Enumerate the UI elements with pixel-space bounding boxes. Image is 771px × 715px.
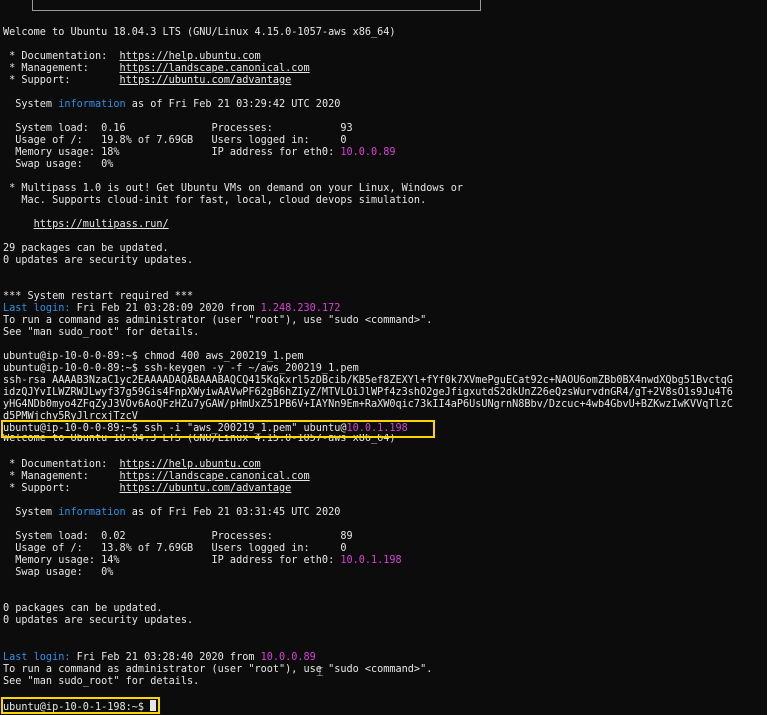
window-edge — [767, 0, 771, 715]
usage-line: Usage of /: 19.8% of 7.69GB Users logged… — [3, 135, 347, 146]
sysinfo-post: as of Fri Feb 21 03:29:42 UTC 2020 — [125, 99, 341, 110]
public-key-line-4: d5PMWjchy5RyJlrcxjTzcV — [3, 411, 138, 422]
last-login-text: Fri Feb 21 03:28:09 2020 from — [70, 303, 261, 314]
sysinfo-keyword: information — [58, 99, 126, 110]
sysinfo-pre-2: System — [3, 507, 59, 518]
sysinfo-keyword-2: information — [58, 507, 126, 518]
usage-line-2: Usage of /: 13.8% of 7.69GB Users logged… — [3, 543, 347, 554]
admin-line-4: See "man sudo_root" for details. — [3, 676, 200, 687]
keygen-command: ubuntu@ip-10-0-0-89:~$ ssh-keygen -y -f … — [3, 363, 359, 374]
support-label: * Support: — [3, 75, 120, 86]
doc-label-2: * Documentation: — [3, 459, 120, 470]
shell-prompt: ubuntu@ip-10-0-1-198:~$ — [3, 702, 151, 713]
sysinfo-line: System information as of Fri Feb 21 03:2… — [3, 99, 340, 111]
public-key-line-3: yHG4NDb0myo4ZFqZyJ3VOv6AoQFzHZu7yGAW/pHm… — [3, 399, 733, 410]
multipass-link-line: https://multipass.run/ — [3, 219, 169, 231]
sysinfo-post-2: as of Fri Feb 21 03:31:45 UTC 2020 — [125, 507, 341, 518]
swap-line-2: Swap usage: 0% — [3, 567, 114, 578]
memory-line-2: Memory usage: 14% IP address for eth0: 1… — [3, 555, 402, 567]
ibeam-pointer-icon: ⌶ — [316, 665, 324, 680]
packages-line: 29 packages can be updated. — [3, 243, 169, 254]
mgmt-label-2: * Management: — [3, 471, 120, 482]
last-login-text-2: Fri Feb 21 03:28:40 2020 from — [70, 652, 261, 663]
support-link-2[interactable]: https://ubuntu.com/advantage — [120, 483, 292, 494]
doc-link-2[interactable]: https://help.ubuntu.com — [120, 459, 261, 470]
ip-address-2: 10.0.1.198 — [340, 555, 402, 566]
multipass-link[interactable]: https://multipass.run/ — [34, 219, 169, 230]
ip-address: 10.0.0.89 — [340, 147, 396, 158]
last-login-ip-2: 10.0.0.89 — [260, 652, 316, 663]
memory-text: Memory usage: 18% IP address for eth0: — [3, 147, 341, 158]
prompt-line[interactable]: ubuntu@ip-10-0-1-198:~$ — [3, 700, 157, 713]
last-login-line-2: Last login: Fri Feb 21 03:28:40 2020 fro… — [3, 652, 316, 664]
last-login-ip: 1.248.230.172 — [260, 303, 341, 314]
last-login-label-2: Last login: — [3, 652, 71, 663]
restart-line: *** System restart required *** — [3, 291, 194, 302]
multipass-line-1: * Multipass 1.0 is out! Get Ubuntu VMs o… — [3, 183, 464, 194]
security-line: 0 updates are security updates. — [3, 255, 194, 266]
memory-line: Memory usage: 18% IP address for eth0: 1… — [3, 147, 396, 159]
support-line-2: * Support: https://ubuntu.com/advantage — [3, 483, 291, 495]
welcome-line: Welcome to Ubuntu 18.04.3 LTS (GNU/Linux… — [3, 27, 396, 38]
public-key-line-2: idzQJYvILWZRWJLwyf37g59Gis4FnpXWyiwAAVwP… — [3, 387, 733, 398]
text-cursor — [150, 700, 157, 711]
terminal-window[interactable]: Welcome to Ubuntu 18.04.3 LTS (GNU/Linux… — [0, 0, 767, 715]
last-login-line: Last login: Fri Feb 21 03:28:09 2020 fro… — [3, 303, 340, 315]
ssh-command-text: ubuntu@ip-10-0-0-89:~$ ssh -i "aws_20021… — [3, 423, 347, 434]
security-line-2: 0 updates are security updates. — [3, 615, 194, 626]
last-login-label: Last login: — [3, 303, 71, 314]
support-link[interactable]: https://ubuntu.com/advantage — [120, 75, 292, 86]
memory-text-2: Memory usage: 14% IP address for eth0: — [3, 555, 341, 566]
welcome-line-2: Welcome to Ubuntu 18.04.3 LTS (GNU/Linux… — [3, 433, 396, 444]
doc-link[interactable]: https://help.ubuntu.com — [120, 51, 261, 62]
doc-line-2: * Documentation: https://help.ubuntu.com — [3, 459, 261, 471]
admin-line-3: To run a command as administrator (user … — [3, 664, 433, 675]
doc-label: * Documentation: — [3, 51, 120, 62]
mgmt-link[interactable]: https://landscape.canonical.com — [120, 63, 310, 74]
top-frame-edge — [32, 0, 481, 11]
chmod-command: ubuntu@ip-10-0-0-89:~$ chmod 400 aws_200… — [3, 351, 304, 362]
support-line: * Support: https://ubuntu.com/advantage — [3, 75, 291, 87]
multipass-line-2: Mac. Supports cloud-init for fast, local… — [3, 195, 427, 206]
ssh-command: ubuntu@ip-10-0-0-89:~$ ssh -i "aws_20021… — [3, 423, 408, 434]
doc-line: * Documentation: https://help.ubuntu.com — [3, 51, 261, 63]
swap-line: Swap usage: 0% — [3, 159, 114, 170]
sysinfo-pre: System — [3, 99, 59, 110]
management-line: * Management: https://landscape.canonica… — [3, 63, 310, 75]
admin-line-1: To run a command as administrator (user … — [3, 315, 433, 326]
packages-line-2: 0 packages can be updated. — [3, 603, 163, 614]
mgmt-link-2[interactable]: https://landscape.canonical.com — [120, 471, 310, 482]
sysinfo-line-2: System information as of Fri Feb 21 03:3… — [3, 507, 340, 519]
support-label-2: * Support: — [3, 483, 120, 494]
public-key-line-1: ssh-rsa AAAAB3NzaC1yc2EAAAADAQABAAABAQCQ… — [3, 375, 733, 386]
load-line-2: System load: 0.02 Processes: 89 — [3, 531, 353, 542]
management-line-2: * Management: https://landscape.canonica… — [3, 471, 310, 483]
ssh-target-ip: 10.0.1.198 — [346, 423, 408, 434]
admin-line-2: See "man sudo_root" for details. — [3, 327, 200, 338]
mgmt-label: * Management: — [3, 63, 120, 74]
load-line: System load: 0.16 Processes: 93 — [3, 123, 353, 134]
